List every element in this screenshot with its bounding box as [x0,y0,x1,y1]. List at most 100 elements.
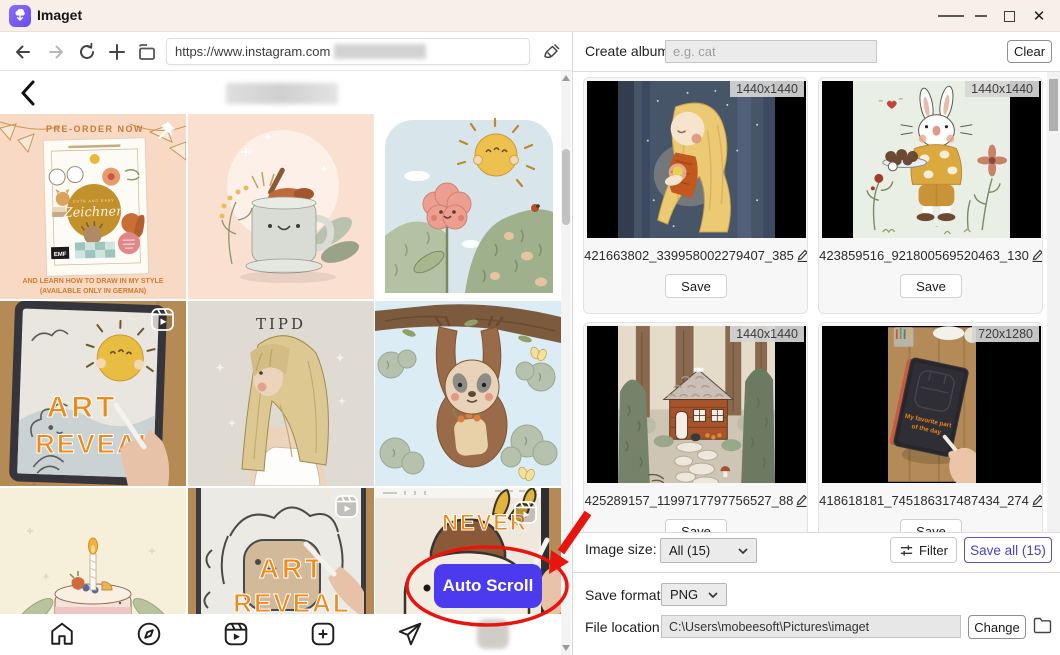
results-scrollbar[interactable] [1047,72,1060,532]
image-thumbnail[interactable] [587,81,806,238]
results-list: 1440x1440 [573,72,1046,532]
filename: 421663802_339958002279407_385 [584,248,808,265]
close-button[interactable]: ✕ [1026,0,1052,32]
dimension-badge: 1440x1440 [730,326,804,342]
menu-icon[interactable] [938,0,964,32]
browser-toolbar: https://www.instagram.com [0,32,572,71]
reels-nav-icon[interactable] [223,621,249,647]
profile-avatar-blurred[interactable] [477,619,509,649]
save-all-button[interactable]: Save all (15) [964,537,1052,563]
maximize-button[interactable] [996,0,1022,32]
grid-tile-art-reveal-closeup[interactable]: ART REVEAL [188,488,374,614]
auto-scroll-button[interactable]: Auto Scroll [434,564,542,608]
results-scrollbar-thumb[interactable] [1049,79,1058,131]
edit-filename-icon[interactable] [796,248,808,265]
save-format-row: Save format: PNG [573,581,1060,609]
save-format-label: Save format: [585,587,664,603]
refresh-button[interactable] [76,41,98,63]
scroll-up-arrow[interactable] [562,75,570,81]
image-thumbnail[interactable] [587,326,806,483]
create-album-row: Create album: Clear [573,32,1060,70]
tile-art2-text-2: REVEAL [233,588,350,614]
file-location-input[interactable] [661,615,961,638]
create-album-input[interactable] [665,40,877,63]
new-tab-button[interactable] [106,41,128,63]
save-button[interactable]: Save [665,519,727,532]
browser-scrollbar[interactable] [561,71,571,655]
image-size-row: Image size: All (15) Filter Save all (15… [573,535,1060,565]
app-logo-icon [9,5,31,27]
grid-tile-tipd-girl[interactable]: TIPD [188,301,374,486]
scroll-down-arrow[interactable] [562,645,570,651]
imaget-window: Imaget ✕ https://www.instagram.com [0,0,1060,655]
image-size-select[interactable]: All (15) [660,538,757,563]
save-button[interactable]: Save [665,274,727,298]
instagram-grid: PRE-ORDER NOW CUTE AND EASY Zeichne [0,114,561,614]
reels-icon [152,309,173,330]
image-card[interactable]: 720x1280 [818,322,1043,532]
image-size-label: Image size: [585,541,657,557]
tile-book-title: Zeichnen [62,204,124,221]
svg-text:~: ~ [935,225,938,230]
change-button[interactable]: Change [968,615,1026,639]
home-icon[interactable] [49,621,75,647]
file-location-label: File location: [585,619,664,635]
save-format-select[interactable]: PNG [661,583,727,606]
grid-tile-art-reveal-video[interactable]: ART REVEAL [0,301,186,486]
url-text: https://www.instagram.com [175,44,330,59]
create-album-label: Create album: [585,43,673,59]
image-thumbnail[interactable]: My favorite part of the day [822,326,1041,483]
reels-icon [515,502,536,523]
filename: 418618181_745186317487434_274 [819,493,1043,510]
filename: 425289157_1199717797756527_88 [584,493,808,510]
save-button[interactable]: Save [900,274,962,298]
clean-broom-icon[interactable] [541,41,563,63]
file-location-row: File location: Change [573,613,1060,641]
divider [573,572,1060,573]
forward-button[interactable] [45,41,67,63]
chevron-down-icon [708,592,718,598]
folder-icon[interactable] [1033,617,1052,634]
edit-filename-icon[interactable] [795,493,808,510]
instagram-back-icon[interactable] [18,80,40,106]
tile-book-caption2: (AVAILABLE ONLY IN GERMAN) [40,288,146,295]
tabs-icon[interactable] [136,41,158,63]
image-thumbnail[interactable]: ~ [822,81,1041,238]
grid-tile-cake[interactable] [0,488,186,614]
reels-icon [336,496,357,517]
browser-pane: https://www.instagram.com [0,32,572,655]
explore-icon[interactable] [136,621,162,647]
grid-tile-book-promo[interactable]: PRE-ORDER NOW CUTE AND EASY Zeichne [0,114,186,299]
tile-book-caption1: AND LEARN HOW TO DRAW IN MY STYLE [23,278,164,285]
minimize-button[interactable] [968,0,994,32]
chevron-down-icon [738,548,748,554]
save-button[interactable]: Save [900,519,962,532]
edit-filename-icon[interactable] [1031,248,1043,265]
filter-sliders-icon [899,543,914,558]
tile-art-text-1: ART [47,391,118,424]
messages-icon[interactable] [397,621,423,647]
filter-button[interactable]: Filter [890,537,957,563]
tile-tipd-title: TIPD [255,315,305,333]
grid-tile-flower-sun[interactable] [375,114,561,299]
browser-scrollbar-thumb[interactable] [562,149,570,225]
app-title: Imaget [37,7,82,23]
clear-button[interactable]: Clear [1007,40,1052,63]
image-card[interactable]: 1440x1440 [583,322,808,532]
divider [573,532,1060,533]
tile-art2-text-1: ART [258,553,325,584]
create-post-icon[interactable] [310,621,336,647]
url-blurred-suffix [334,44,426,59]
image-card[interactable]: 1440x1440 [583,77,808,314]
grid-tile-cup[interactable] [188,114,374,299]
dimension-badge: 720x1280 [972,326,1039,342]
back-button[interactable] [12,41,34,63]
download-panel: Create album: Clear 1440x1440 [573,32,1060,655]
url-input[interactable]: https://www.instagram.com [166,38,530,65]
filename: 423859516_921800569520463_130 [819,248,1043,265]
grid-tile-sloth[interactable] [375,301,561,486]
tile-book-publisher: EMF [54,252,67,258]
image-card[interactable]: 1440x1440 [818,77,1043,314]
dimension-badge: 1440x1440 [730,81,804,97]
edit-filename-icon[interactable] [1031,493,1043,510]
